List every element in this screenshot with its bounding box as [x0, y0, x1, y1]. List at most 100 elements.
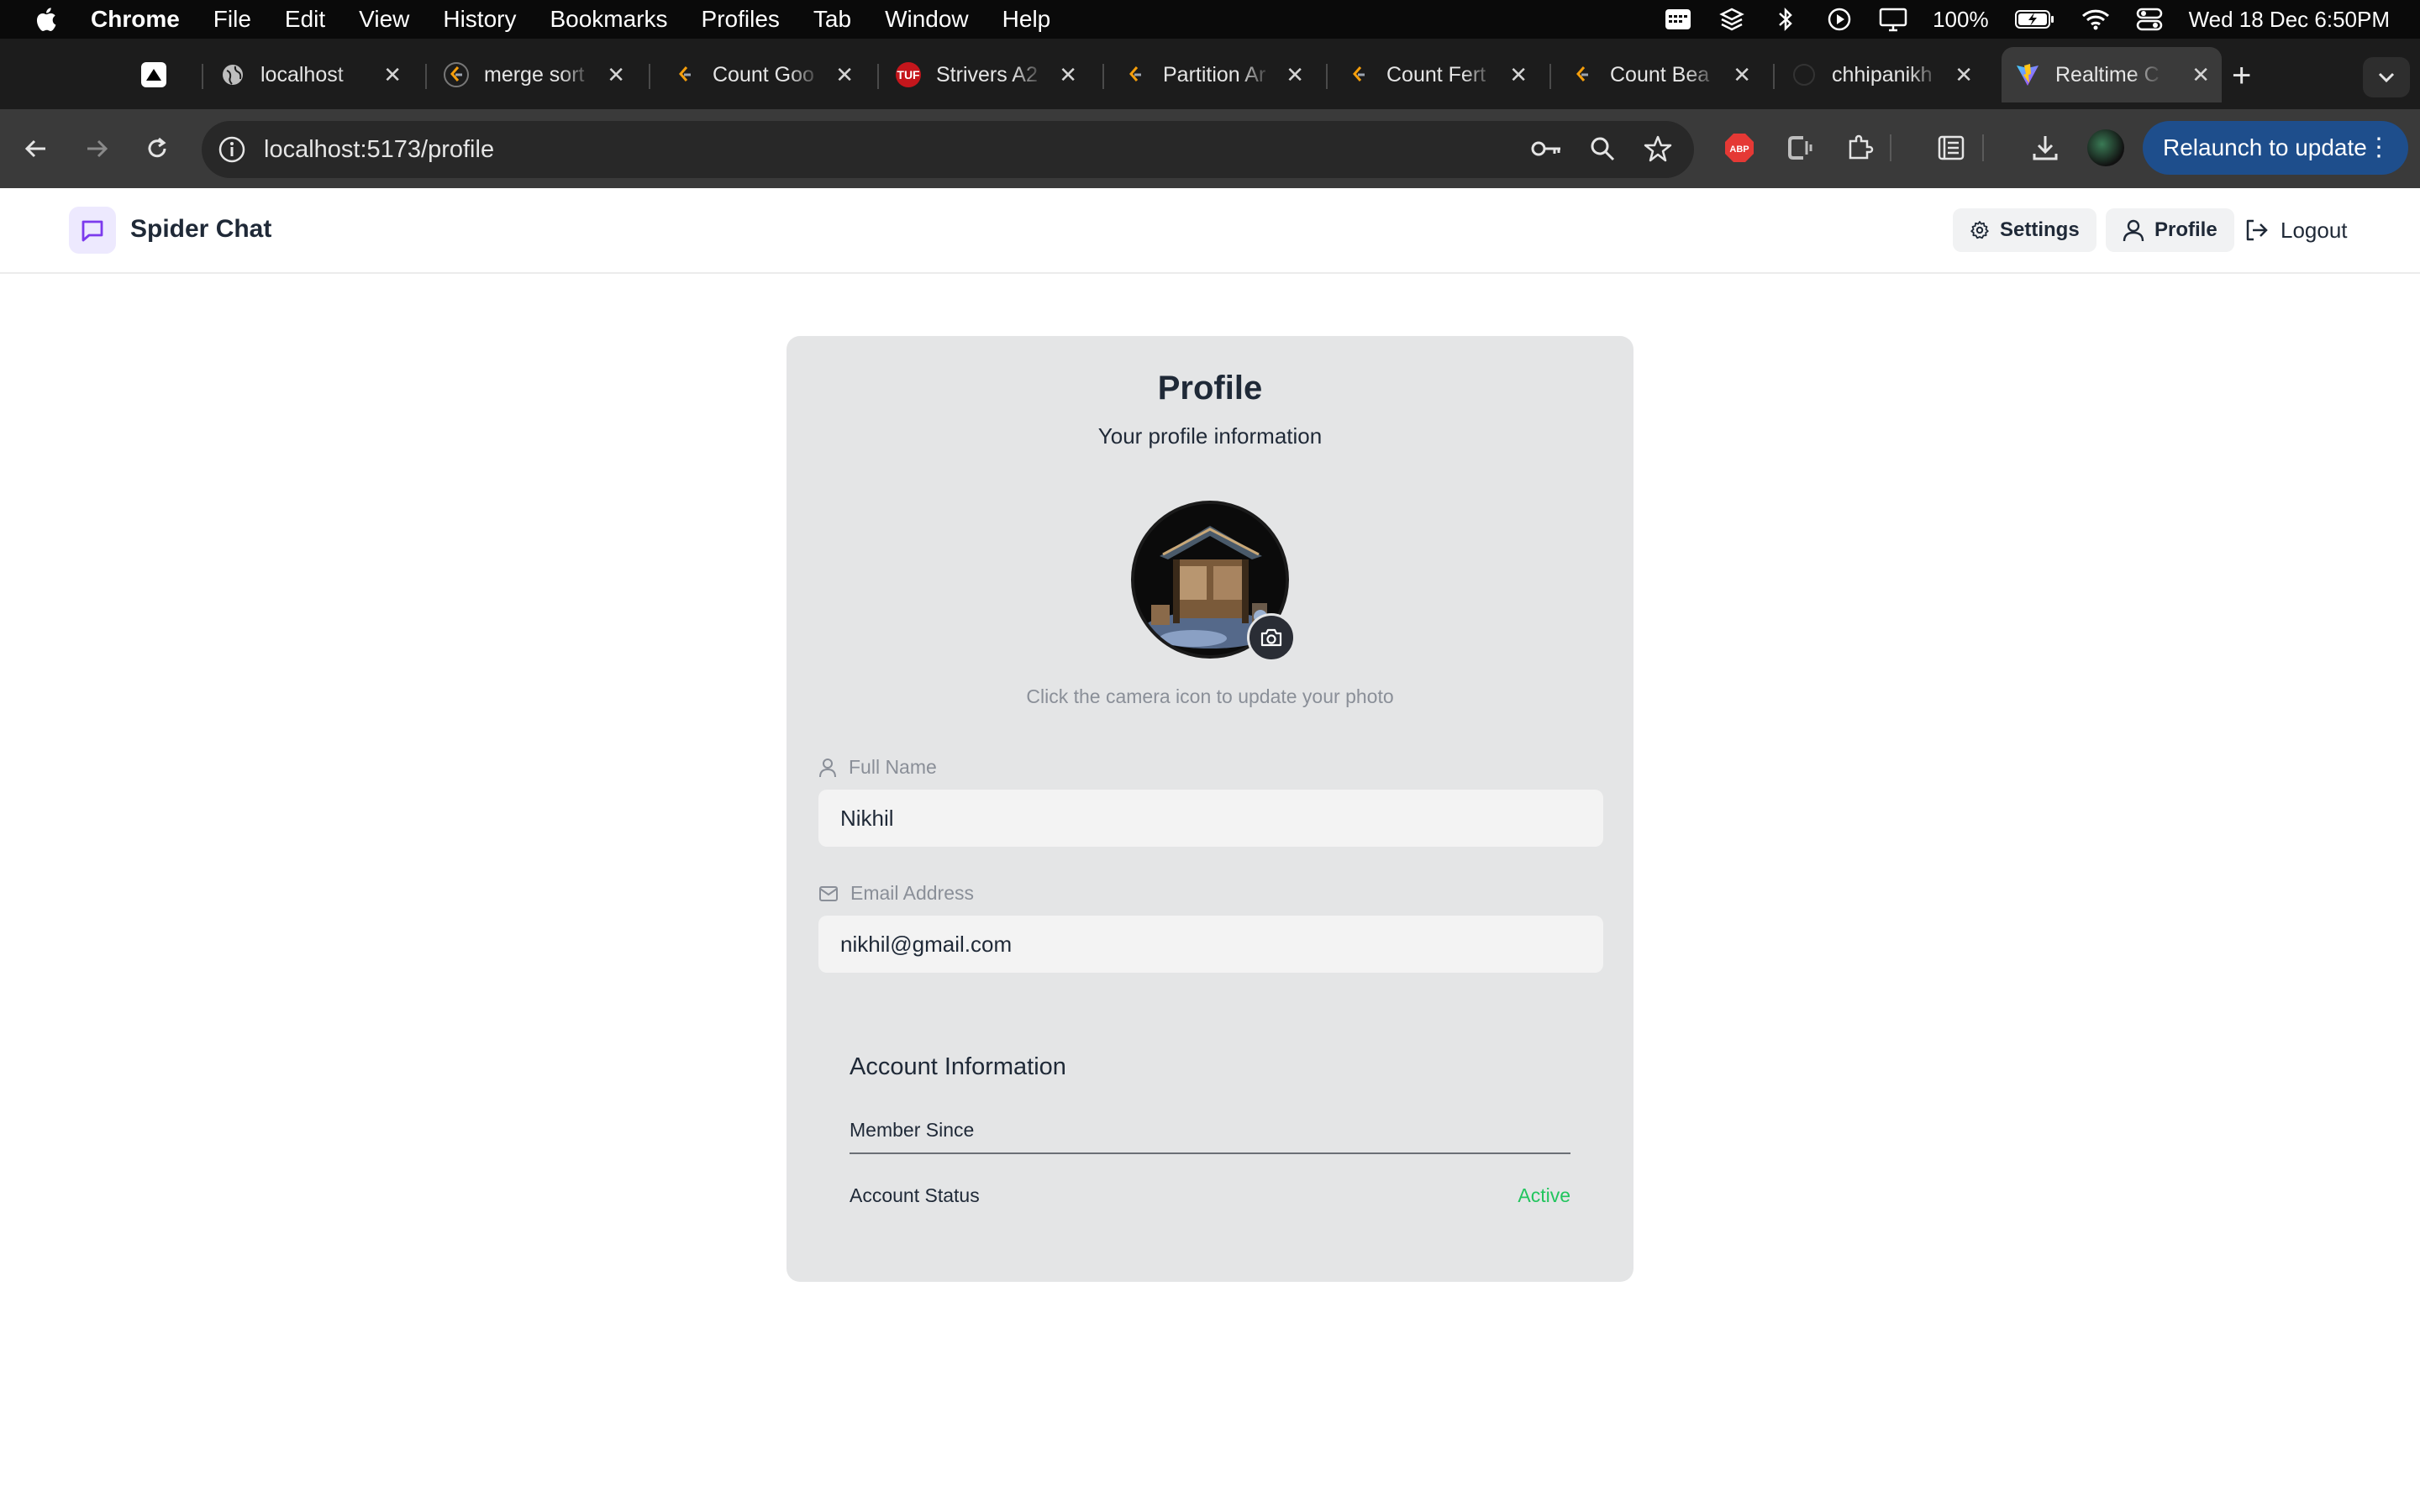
menu-bar-status-area: 100% Wed 18 Dec 6:50PM — [1664, 0, 2390, 39]
address-bar[interactable]: localhost:5173/profile — [202, 121, 1694, 178]
svg-text:ABP: ABP — [1729, 144, 1749, 155]
chat-bubble-logo-icon[interactable] — [69, 207, 116, 254]
play-circle-icon[interactable] — [1825, 7, 1854, 32]
app-header: Spider Chat Settings Profile Logout — [0, 188, 2420, 274]
close-tab-icon[interactable]: ✕ — [1286, 62, 1304, 88]
menu-bookmarks[interactable]: Bookmarks — [550, 6, 667, 33]
macos-menu-bar: Chrome File Edit View History Bookmarks … — [0, 0, 2420, 39]
battery-charging-icon[interactable] — [2014, 7, 2056, 32]
tab-vercel[interactable] — [141, 47, 200, 102]
logout-icon — [2246, 219, 2268, 241]
tab-count-good[interactable]: Count Goo ✕ — [672, 47, 865, 102]
adblock-plus-icon[interactable]: ABP — [1723, 131, 1756, 165]
control-center-icon[interactable] — [2135, 7, 2164, 32]
tab-separator — [425, 64, 427, 89]
close-tab-icon[interactable]: ✕ — [2191, 62, 2210, 88]
vite-icon — [2015, 62, 2040, 87]
page-subtitle: Your profile information — [1097, 423, 1323, 449]
tab-title: Strivers A2 — [936, 62, 1038, 87]
tab-separator — [1549, 64, 1551, 89]
menu-window[interactable]: Window — [885, 6, 969, 33]
menu-app-name[interactable]: Chrome — [91, 6, 180, 33]
browser-tab-strip: localhost ✕ merge sort ✕ Count Goo ✕ TUF… — [0, 39, 2420, 109]
user-icon — [819, 758, 836, 777]
browser-profile-avatar[interactable] — [2087, 129, 2124, 166]
menu-edit[interactable]: Edit — [285, 6, 325, 33]
tab-merge-sort[interactable]: merge sort ✕ — [444, 47, 637, 102]
change-photo-camera-button[interactable] — [1247, 613, 1296, 662]
tuf-icon: TUF — [896, 62, 921, 87]
close-tab-icon[interactable]: ✕ — [835, 62, 854, 88]
close-tab-icon[interactable]: ✕ — [1733, 62, 1751, 88]
leetcode-icon — [444, 62, 469, 87]
member-since-row: Member Since — [850, 1119, 1570, 1142]
tab-github[interactable]: chhipanikh ✕ — [1791, 47, 1985, 102]
kebab-menu-icon[interactable]: ⋮ — [2366, 133, 2391, 162]
close-tab-icon[interactable]: ✕ — [607, 62, 625, 88]
battery-percent: 100% — [1933, 6, 1989, 32]
password-key-icon[interactable] — [1531, 133, 1563, 165]
settings-button[interactable]: Settings — [1953, 208, 2096, 252]
tab-title: Realtime C — [2055, 62, 2160, 87]
url-text[interactable]: localhost:5173/profile — [264, 136, 494, 164]
email-field[interactable]: nikhil@gmail.com — [818, 916, 1603, 973]
close-tab-icon[interactable]: ✕ — [383, 62, 402, 88]
leetcode-icon — [1123, 62, 1148, 87]
full-name-label: Full Name — [818, 756, 937, 779]
relaunch-to-update-button[interactable]: Relaunch to update ⋮ — [2143, 121, 2408, 175]
menu-help[interactable]: Help — [1002, 6, 1051, 33]
tab-separator — [649, 64, 650, 89]
tab-search-chevron-icon[interactable] — [2363, 57, 2410, 97]
menu-view[interactable]: View — [359, 6, 409, 33]
zoom-icon[interactable] — [1586, 133, 1618, 165]
calendar-grid-icon[interactable] — [1664, 7, 1692, 32]
toolbar-divider — [1889, 131, 1892, 165]
menu-profiles[interactable]: Profiles — [702, 6, 780, 33]
tab-count-beau[interactable]: Count Bea ✕ — [1570, 47, 1763, 102]
reading-list-icon[interactable] — [1934, 131, 1968, 165]
status-badge: Active — [1518, 1184, 1570, 1206]
gear-icon — [1970, 221, 1989, 239]
download-icon[interactable] — [2028, 131, 2062, 165]
reload-icon[interactable] — [138, 129, 176, 168]
wifi-icon[interactable] — [2081, 7, 2110, 32]
menu-tab[interactable]: Tab — [813, 6, 851, 33]
layers-icon[interactable] — [1718, 7, 1746, 32]
leetcode-icon — [1570, 62, 1595, 87]
bookmark-star-icon[interactable] — [1642, 133, 1674, 165]
logout-button[interactable]: Logout — [2244, 208, 2348, 252]
github-icon — [1791, 62, 1817, 87]
site-info-icon[interactable] — [215, 133, 249, 166]
menu-history[interactable]: History — [443, 6, 516, 33]
forward-arrow-icon[interactable] — [77, 129, 116, 168]
c-extension-icon[interactable] — [1783, 131, 1817, 165]
tab-title: Count Goo — [713, 62, 814, 87]
mail-icon — [819, 885, 838, 901]
settings-label: Settings — [2000, 218, 2080, 241]
tab-title: Count Bea — [1610, 62, 1710, 87]
full-name-field[interactable]: Nikhil — [818, 790, 1603, 847]
apple-logo-icon[interactable] — [29, 3, 62, 36]
bluetooth-icon[interactable] — [1771, 7, 1800, 32]
extensions-puzzle-icon[interactable] — [1844, 131, 1877, 165]
brand-name[interactable]: Spider Chat — [130, 215, 271, 244]
tab-partition[interactable]: Partition Ar ✕ — [1123, 47, 1316, 102]
back-arrow-icon[interactable] — [17, 129, 55, 168]
full-name-value: Nikhil — [840, 805, 894, 831]
menu-bar-clock[interactable]: Wed 18 Dec 6:50PM — [2189, 7, 2390, 33]
new-tab-icon[interactable]: + — [2232, 59, 2251, 92]
toolbar-divider — [1981, 131, 1985, 165]
tab-strivers[interactable]: TUF Strivers A2 ✕ — [896, 47, 1089, 102]
tab-localhost[interactable]: localhost ✕ — [220, 47, 413, 102]
tab-realtime-chat[interactable]: Realtime C ✕ — [2002, 47, 2222, 102]
close-tab-icon[interactable]: ✕ — [1059, 62, 1077, 88]
tab-count-fert[interactable]: Count Fert ✕ — [1346, 47, 1539, 102]
leetcode-icon — [672, 62, 697, 87]
menu-file[interactable]: File — [213, 6, 251, 33]
tab-separator — [202, 64, 203, 89]
profile-button[interactable]: Profile — [2106, 208, 2234, 252]
close-tab-icon[interactable]: ✕ — [1954, 62, 1973, 88]
close-tab-icon[interactable]: ✕ — [1509, 62, 1528, 88]
profile-photo-container — [1131, 501, 1296, 662]
display-icon[interactable] — [1879, 7, 1907, 32]
